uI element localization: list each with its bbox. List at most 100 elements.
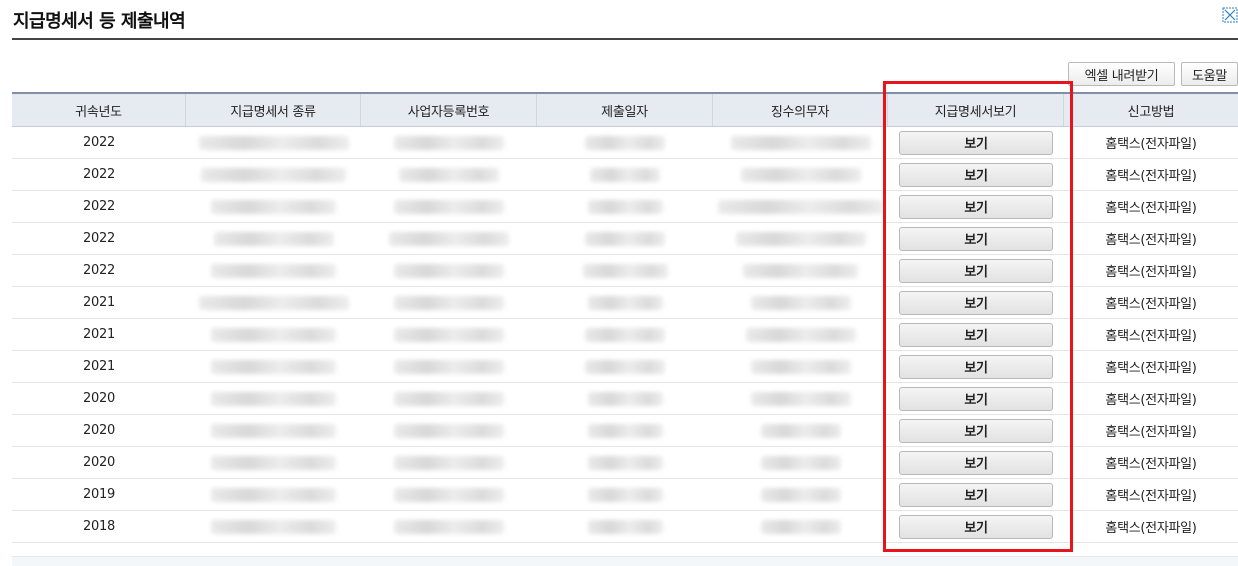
cell-view: 보기 <box>888 383 1064 414</box>
view-button[interactable]: 보기 <box>899 226 1053 251</box>
cell-submit-date-redacted <box>537 511 713 542</box>
cell-method: 홈택스(전자파일) <box>1105 329 1197 344</box>
cell-view: 보기 <box>888 287 1064 318</box>
page-title: 지급명세서 등 제출내역 <box>13 11 186 32</box>
cell-type-redacted <box>186 223 361 254</box>
cell-type-redacted <box>186 287 361 318</box>
cell-type-redacted <box>186 159 361 190</box>
cell-year: 2021 <box>83 295 115 310</box>
cell-type-redacted <box>186 511 361 542</box>
cell-method: 홈택스(전자파일) <box>1105 361 1197 376</box>
cell-withholder-redacted <box>713 351 888 382</box>
cell-submit-date-redacted <box>537 351 713 382</box>
cell-type-redacted <box>186 479 361 510</box>
excel-download-button[interactable]: 엑셀 내려받기 <box>1068 62 1175 86</box>
help-button[interactable]: 도움말 <box>1181 62 1238 86</box>
view-button[interactable]: 보기 <box>899 162 1053 187</box>
cell-type-redacted <box>186 415 361 446</box>
table-row: 2019 보기 홈택스(전자파일) <box>12 479 1238 511</box>
cell-type-redacted <box>186 351 361 382</box>
cell-year: 2022 <box>83 263 115 278</box>
cell-view: 보기 <box>888 255 1064 286</box>
view-button[interactable]: 보기 <box>899 258 1053 283</box>
header-biz-number: 사업자등록번호 <box>361 94 537 126</box>
cell-method: 홈택스(전자파일) <box>1105 521 1197 536</box>
cell-view: 보기 <box>888 191 1064 222</box>
header-method: 신고방법 <box>1127 104 1175 120</box>
cell-biz-number-redacted <box>361 415 537 446</box>
cell-withholder-redacted <box>713 255 888 286</box>
header-submit-date: 제출일자 <box>537 94 713 126</box>
cell-submit-date-redacted <box>537 319 713 350</box>
cell-view: 보기 <box>888 319 1064 350</box>
cell-type-redacted <box>186 383 361 414</box>
cell-biz-number-redacted <box>361 223 537 254</box>
view-button[interactable]: 보기 <box>899 418 1053 443</box>
cell-year: 2020 <box>83 423 115 438</box>
cell-method: 홈택스(전자파일) <box>1105 393 1197 408</box>
cell-view: 보기 <box>888 447 1064 478</box>
cell-type-redacted <box>186 127 361 158</box>
cell-year: 2018 <box>83 519 115 534</box>
cell-biz-number-redacted <box>361 127 537 158</box>
cell-withholder-redacted <box>713 319 888 350</box>
table-row: 2022 보기 홈택스(전자파일) <box>12 255 1238 287</box>
table-body: 2022 보기 홈택스(전자파일) 2022 보기 홈택스(전자파일) 2022 보기 홈택스(… <box>12 127 1238 543</box>
cell-biz-number-redacted <box>361 255 537 286</box>
cell-type-redacted <box>186 319 361 350</box>
table-row: 2021 보기 홈택스(전자파일) <box>12 351 1238 383</box>
cell-withholder-redacted <box>713 479 888 510</box>
cell-method: 홈택스(전자파일) <box>1105 457 1197 472</box>
cell-submit-date-redacted <box>537 223 713 254</box>
cell-year: 2021 <box>83 327 115 342</box>
title-divider <box>12 38 1238 40</box>
cell-method: 홈택스(전자파일) <box>1105 169 1197 184</box>
expand-icon[interactable] <box>1222 6 1238 24</box>
table-row: 2022 보기 홈택스(전자파일) <box>12 127 1238 159</box>
cell-type-redacted <box>186 191 361 222</box>
cell-biz-number-redacted <box>361 479 537 510</box>
cell-biz-number-redacted <box>361 447 537 478</box>
cell-year: 2019 <box>83 487 115 502</box>
view-button[interactable]: 보기 <box>899 482 1053 507</box>
header-view: 지급명세서보기 <box>888 94 1064 126</box>
view-button[interactable]: 보기 <box>899 194 1053 219</box>
table-row: 2020 보기 홈택스(전자파일) <box>12 415 1238 447</box>
view-button[interactable]: 보기 <box>899 290 1053 315</box>
cell-submit-date-redacted <box>537 191 713 222</box>
table-row: 2021 보기 홈택스(전자파일) <box>12 319 1238 351</box>
cell-view: 보기 <box>888 159 1064 190</box>
table-row: 2020 보기 홈택스(전자파일) <box>12 447 1238 479</box>
cell-withholder-redacted <box>713 383 888 414</box>
cell-method: 홈택스(전자파일) <box>1105 297 1197 312</box>
cell-method: 홈택스(전자파일) <box>1105 233 1197 248</box>
view-button[interactable]: 보기 <box>899 130 1053 155</box>
cell-type-redacted <box>186 255 361 286</box>
table-row: 2020 보기 홈택스(전자파일) <box>12 383 1238 415</box>
cell-withholder-redacted <box>713 159 888 190</box>
view-button[interactable]: 보기 <box>899 450 1053 475</box>
cell-year: 2022 <box>83 167 115 182</box>
view-button[interactable]: 보기 <box>899 322 1053 347</box>
cell-year: 2021 <box>83 359 115 374</box>
cell-view: 보기 <box>888 127 1064 158</box>
cell-year: 2020 <box>83 455 115 470</box>
cell-submit-date-redacted <box>537 127 713 158</box>
table-row: 2022 보기 홈택스(전자파일) <box>12 191 1238 223</box>
cell-biz-number-redacted <box>361 159 537 190</box>
view-button[interactable]: 보기 <box>899 386 1053 411</box>
view-button[interactable]: 보기 <box>899 514 1053 539</box>
cell-withholder-redacted <box>713 127 888 158</box>
cell-year: 2022 <box>83 199 115 214</box>
cell-biz-number-redacted <box>361 287 537 318</box>
cell-submit-date-redacted <box>537 479 713 510</box>
cell-method: 홈택스(전자파일) <box>1105 425 1197 440</box>
cell-submit-date-redacted <box>537 159 713 190</box>
cell-biz-number-redacted <box>361 383 537 414</box>
cell-view: 보기 <box>888 223 1064 254</box>
cell-method: 홈택스(전자파일) <box>1105 489 1197 504</box>
view-button[interactable]: 보기 <box>899 354 1053 379</box>
header-withholder: 징수의무자 <box>713 94 888 126</box>
cell-withholder-redacted <box>713 287 888 318</box>
table-row: 2022 보기 홈택스(전자파일) <box>12 223 1238 255</box>
